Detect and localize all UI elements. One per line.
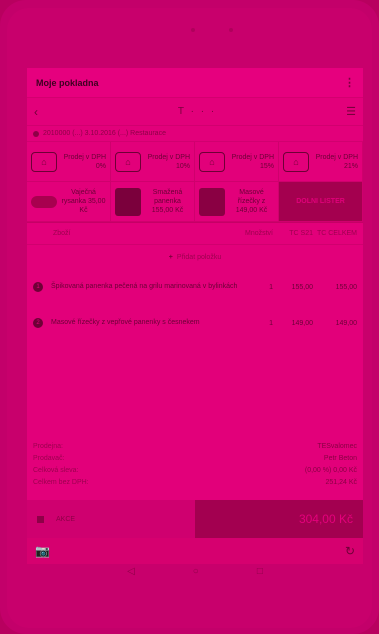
row-qty: 1 [269, 319, 273, 327]
register-icon: ⌂ [199, 151, 225, 172]
row-qty: 1 [269, 283, 273, 291]
top-toolbar: ‹ T · · · ☰ [27, 98, 363, 126]
register-icon: ⌂ [31, 151, 57, 172]
product-label: Vaječná rysanka 35,00 Kč [61, 189, 106, 214]
product-tile-3[interactable]: Masové řízečky z 149,00 Kč [195, 182, 279, 222]
akce-button[interactable]: AKCE [27, 500, 195, 538]
brand-logo: T · · · [177, 106, 217, 117]
table-row[interactable]: 2 Masové řízečky z vepřové panenky s čes… [27, 305, 363, 341]
product-tile-1[interactable]: Vaječná rysanka 35,00 Kč [27, 182, 111, 222]
row-total: 149,00 [335, 319, 357, 327]
summary-line: Prodavač: Petr Beton [33, 452, 357, 464]
row-number: 2 [33, 318, 43, 328]
app-title: Moje pokladna [36, 77, 99, 88]
product-image [31, 195, 57, 208]
nav-recent-icon[interactable]: □ [257, 566, 263, 588]
header-name: Zboží [53, 230, 71, 237]
hamburger-icon[interactable]: ☰ [346, 105, 356, 118]
header-price: TC S21 [289, 230, 313, 237]
summary-value: (0,00 %) 0,00 Kč [304, 466, 357, 474]
row-total: 155,00 [335, 283, 357, 291]
summary-label: Celkem bez DPH: [33, 478, 89, 486]
pay-total-button[interactable]: 304,00 Kč [195, 500, 363, 538]
product-image [199, 187, 225, 216]
summary-line: Celkem bez DPH: 251,24 Kč [33, 476, 357, 488]
app-bar: Moje pokladna ⋮ [27, 68, 363, 98]
add-item-button[interactable]: + Přidat položku [27, 245, 363, 269]
summary-value: TESvalomec [317, 442, 357, 450]
row-price: 149,00 [291, 319, 313, 327]
more-products-button[interactable]: DOLNI LISTER [279, 182, 363, 222]
summary-label: Celková sleva: [33, 466, 79, 474]
register-icon: ⌂ [283, 151, 309, 172]
status-dot [33, 130, 39, 137]
summary-label: Prodejna: [33, 442, 63, 450]
summary-value: 251,24 Kč [325, 478, 357, 486]
product-label: Masové řízečky z 149,00 Kč [235, 189, 268, 214]
status-bar: 2010000 (...) 3.10.2016 (...) Restaurace [27, 126, 363, 142]
akce-icon [37, 515, 44, 523]
product-image [115, 187, 141, 216]
more-vert-icon[interactable]: ⋮ [344, 76, 355, 89]
tile-label: Prodej v DPH 0% [63, 153, 106, 170]
plus-icon: + [168, 253, 173, 261]
app-screen: Moje pokladna ⋮ ‹ T · · · ☰ 2010000 (...… [27, 68, 363, 564]
tile-label: Prodej v DPH 21% [315, 153, 358, 170]
order-summary: Prodejna: TESvalomec Prodavač: Petr Beto… [27, 440, 363, 488]
sensor-dot [229, 28, 233, 32]
system-navbar: ◁ ○ □ [27, 566, 363, 588]
tile-vat-10[interactable]: ⌂ Prodej v DPH 10% [111, 142, 195, 182]
nav-home-icon[interactable]: ○ [193, 566, 199, 588]
summary-value: Petr Beton [323, 454, 357, 462]
back-arrow-icon[interactable]: ‹ [34, 105, 48, 119]
tile-label: Prodej v DPH 10% [147, 153, 190, 170]
row-number: 1 [33, 282, 43, 292]
row-price: 155,00 [291, 283, 313, 291]
pay-bar: AKCE 304,00 Kč [27, 500, 363, 538]
product-tile-2[interactable]: Smažená panenka 155,00 Kč [111, 182, 195, 222]
camera-icon[interactable]: 📷 [35, 544, 50, 558]
tile-vat-0[interactable]: ⌂ Prodej v DPH 0% [27, 142, 111, 182]
summary-label: Prodavač: [33, 454, 65, 462]
bottom-toolbar: 📷 ↻ [27, 538, 363, 564]
refresh-icon[interactable]: ↻ [345, 544, 355, 558]
row-name: Špikovaná panenka pečená na grilu marino… [51, 283, 238, 290]
summary-line: Celková sleva: (0,00 %) 0,00 Kč [33, 464, 357, 476]
camera-dot [191, 28, 195, 32]
product-label: Smažená panenka 155,00 Kč [151, 189, 184, 214]
status-text: 2010000 (...) 3.10.2016 (...) Restaurace [43, 130, 166, 137]
tile-label: Prodej v DPH 15% [231, 153, 274, 170]
table-row[interactable]: 1 Špikovaná panenka pečená na grilu mari… [27, 269, 363, 305]
row-name: Masové řízečky z vepřové panenky s česne… [51, 319, 200, 326]
quick-grid: ⌂ Prodej v DPH 0% ⌂ Prodej v DPH 10% ⌂ P… [27, 142, 363, 223]
register-icon: ⌂ [115, 151, 141, 172]
summary-line: Prodejna: TESvalomec [33, 440, 357, 452]
akce-label: AKCE [56, 515, 76, 523]
tile-vat-21[interactable]: ⌂ Prodej v DPH 21% [279, 142, 363, 182]
tile-vat-15[interactable]: ⌂ Prodej v DPH 15% [195, 142, 279, 182]
header-qty: Množství [244, 230, 273, 237]
add-item-label: Přidat položku [176, 253, 222, 261]
header-total: TC CELKEM [316, 230, 357, 237]
nav-back-icon[interactable]: ◁ [127, 566, 135, 588]
table-header: Zboží Množství TC S21 TC CELKEM [27, 223, 363, 245]
